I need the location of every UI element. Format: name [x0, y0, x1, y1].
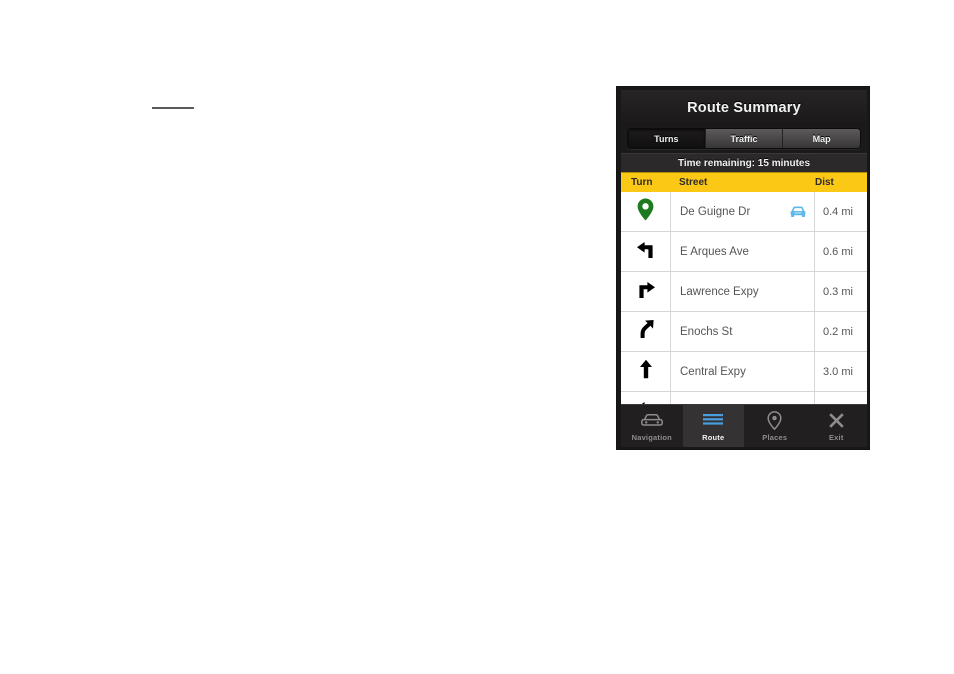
- map-pin-icon: [637, 198, 654, 226]
- tab-route[interactable]: Route: [682, 405, 744, 447]
- tab-label-route: Route: [702, 432, 725, 442]
- table-row[interactable]: E Arques Ave 0.6 mi: [621, 232, 867, 272]
- distance-text: 3.0 mi: [823, 365, 853, 378]
- table-row[interactable]: Lawrence Expy 0.3 mi: [621, 272, 867, 312]
- straight-icon: [635, 358, 657, 385]
- distance-text: 0.3 mi: [823, 285, 853, 298]
- street-name: Central Expy: [680, 365, 746, 378]
- distance-text: 0.4 mi: [823, 205, 853, 218]
- distance-cell: 0.6 mi: [815, 232, 867, 271]
- phone-frame: Route Summary Turns Traffic Map Time rem…: [616, 86, 870, 450]
- slight-right-icon: [635, 318, 657, 345]
- distance-cell: 0.4 mi: [815, 192, 867, 231]
- phone-screen: Route Summary Turns Traffic Map Time rem…: [621, 90, 867, 447]
- tab-navigation[interactable]: Navigation: [621, 405, 683, 447]
- table-row[interactable]: Central Expy 3.0 mi: [621, 352, 867, 392]
- tab-map[interactable]: Map: [783, 129, 860, 148]
- bottom-tab-bar: Navigation Route Places Exit: [621, 404, 867, 447]
- turn-right-icon: [635, 278, 657, 305]
- turn-left-icon: [635, 238, 657, 265]
- column-header-street: Street: [679, 177, 708, 188]
- page-rule: [152, 107, 194, 109]
- turn-icon-cell: [621, 232, 671, 271]
- turn-icon-cell: [621, 392, 671, 404]
- street-name: E Arques Ave: [680, 245, 749, 258]
- car-icon: [790, 206, 806, 218]
- turn-icon-cell: [621, 352, 671, 391]
- street-cell: Central Expy: [671, 352, 815, 391]
- street-cell: E Arques Ave: [671, 232, 815, 271]
- distance-cell: 0.2 mi: [815, 312, 867, 351]
- street-name: Lawrence Expy: [680, 285, 759, 298]
- time-remaining-bar: Time remaining: 15 minutes: [621, 153, 867, 172]
- column-header-turn: Turn: [631, 177, 653, 188]
- distance-cell: [815, 392, 867, 404]
- segmented-control-wrap: Turns Traffic Map: [621, 126, 867, 153]
- street-cell: Lawrence Expy: [671, 272, 815, 311]
- street-name: Enochs St: [680, 325, 733, 338]
- map-pin-icon: [767, 411, 782, 431]
- street-name: De Guigne Dr: [680, 205, 751, 218]
- tab-label-exit: Exit: [828, 432, 844, 442]
- turn-icon-cell: [621, 312, 671, 351]
- distance-text: 0.2 mi: [823, 325, 853, 338]
- tab-label-navigation: Navigation: [631, 432, 672, 442]
- segmented-control[interactable]: Turns Traffic Map: [627, 128, 861, 149]
- street-cell: Enochs St: [671, 312, 815, 351]
- table-row[interactable]: [621, 392, 867, 404]
- tab-traffic[interactable]: Traffic: [705, 129, 784, 148]
- table-row[interactable]: De Guigne Dr 0.4 mi: [621, 192, 867, 232]
- turn-list[interactable]: De Guigne Dr 0.4 mi E Arques Ave 0.6 mi …: [621, 192, 867, 404]
- tab-turns[interactable]: Turns: [628, 129, 706, 148]
- turn-icon-cell: [621, 192, 671, 231]
- column-header-dist: Dist: [815, 177, 834, 188]
- street-cell: [671, 392, 815, 404]
- tab-label-places: Places: [762, 432, 788, 442]
- distance-cell: 3.0 mi: [815, 352, 867, 391]
- turn-icon-cell: [621, 272, 671, 311]
- street-cell: De Guigne Dr: [671, 192, 815, 231]
- time-remaining-text: Time remaining: 15 minutes: [677, 157, 811, 169]
- page-title: Route Summary: [687, 100, 801, 116]
- table-column-header: Turn Street Dist: [621, 172, 867, 192]
- tab-places[interactable]: Places: [744, 405, 806, 447]
- distance-text: 0.6 mi: [823, 245, 853, 258]
- table-row[interactable]: Enochs St 0.2 mi: [621, 312, 867, 352]
- car-icon: [640, 411, 663, 431]
- distance-cell: 0.3 mi: [815, 272, 867, 311]
- close-x-icon: [828, 411, 845, 431]
- title-bar: Route Summary: [621, 90, 867, 126]
- tab-exit[interactable]: Exit: [806, 405, 868, 447]
- list-lines-icon: [702, 411, 724, 431]
